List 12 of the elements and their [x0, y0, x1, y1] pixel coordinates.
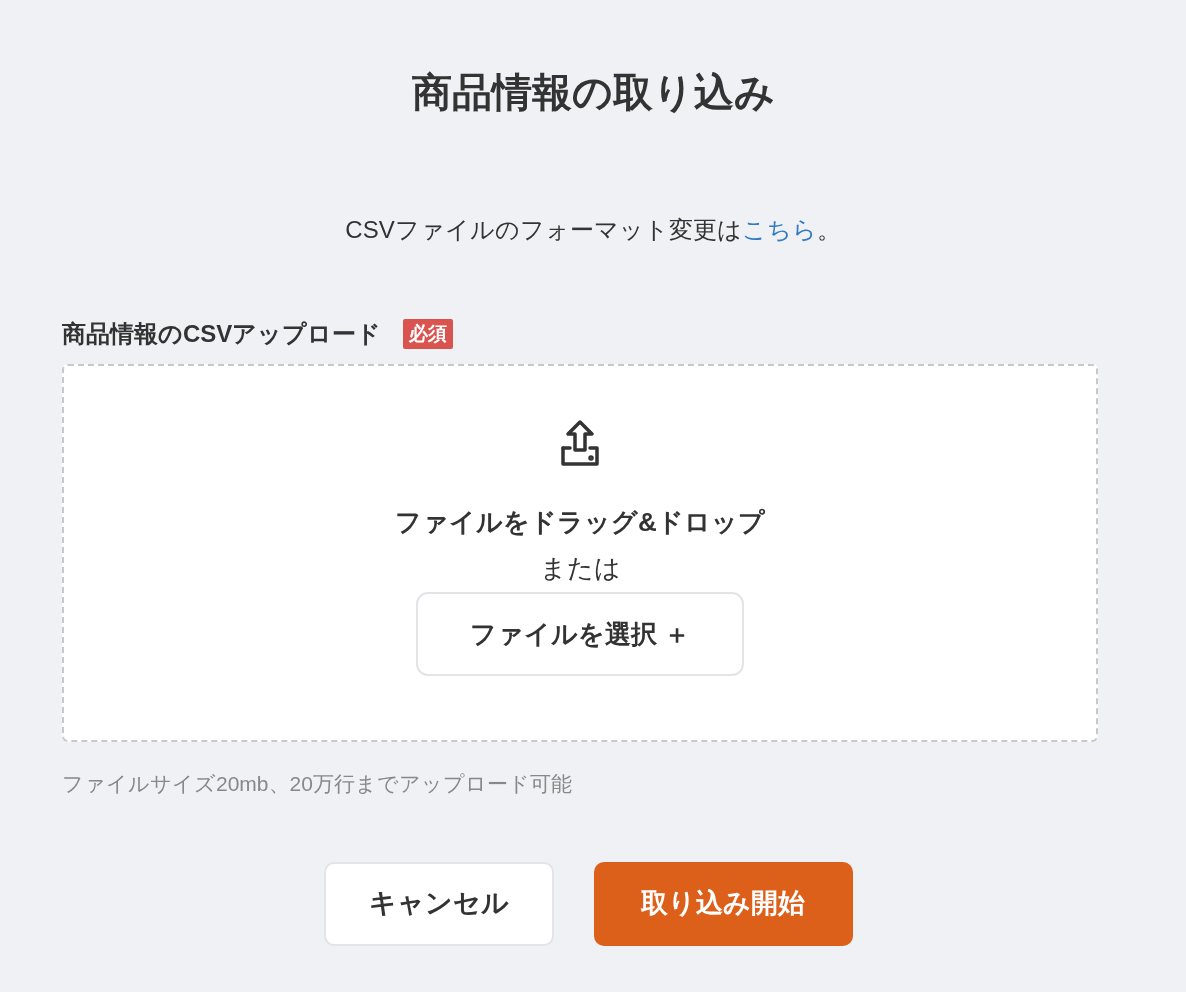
- upload-hint: ファイルサイズ20mb、20万行までアップロード可能: [62, 771, 573, 797]
- page-title: 商品情報の取り込み: [411, 69, 775, 116]
- required-badge: 必須: [403, 318, 454, 350]
- cancel-button[interactable]: キャンセル: [323, 861, 554, 946]
- or-text: または: [539, 552, 621, 585]
- field-label: 商品情報のCSVアップロード: [62, 319, 382, 349]
- format-link[interactable]: こちら: [741, 216, 817, 243]
- drop-instruction: ファイルをドラッグ&ドロップ: [395, 506, 765, 539]
- drop-zone[interactable]: ファイルをドラッグ&ドロップ または ファイルを選択 ＋: [62, 364, 1098, 742]
- format-note: CSVファイルのフォーマット変更は こちら。: [345, 215, 841, 245]
- select-file-button[interactable]: ファイルを選択 ＋: [416, 592, 744, 676]
- start-import-button[interactable]: 取り込み開始: [593, 861, 853, 946]
